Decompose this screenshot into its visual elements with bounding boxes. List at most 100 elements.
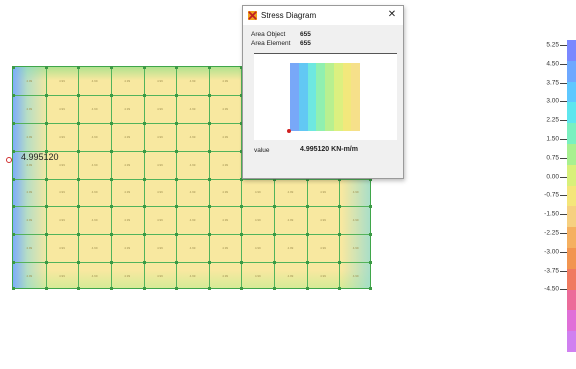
cell-value-label: 4.99 — [124, 162, 131, 167]
legend-value-label: -3.75 — [544, 267, 559, 275]
cell-value-label: 4.99 — [287, 218, 294, 223]
cell-value-label: 4.99 — [156, 134, 163, 139]
cell-value-label: 4.99 — [254, 274, 261, 279]
cell-value-label: 4.99 — [222, 162, 229, 167]
cell-value-label: 4.99 — [91, 162, 98, 167]
dialog-title: Stress Diagram — [261, 11, 317, 20]
legend-color-swatch — [567, 247, 576, 269]
legend-value-label: -4.50 — [544, 285, 559, 293]
mesh-node — [77, 66, 81, 69]
cell-value-label: 4.99 — [156, 190, 163, 195]
mesh-node — [12, 121, 15, 125]
mesh-node — [273, 205, 277, 209]
mesh-node — [109, 66, 113, 69]
mesh-node — [175, 233, 179, 237]
mesh-node — [44, 66, 48, 69]
legend-tick — [560, 139, 567, 140]
mesh-node — [77, 261, 81, 265]
cell-value-label: 4.99 — [59, 246, 65, 251]
mesh-node — [44, 121, 48, 125]
legend-color-swatch — [567, 81, 576, 103]
close-button[interactable]: ✕ — [385, 8, 399, 22]
area-element-label: Area Element — [251, 40, 291, 47]
cell-value-label: 4.99 — [26, 106, 33, 111]
cell-value-label: 4.99 — [156, 246, 163, 251]
cell-value-label: 4.99 — [124, 218, 131, 223]
cell-value-label: 4.99 — [91, 190, 98, 195]
cell-value-label: 4.99 — [26, 246, 33, 251]
mesh-node — [175, 93, 179, 97]
legend-tick — [560, 45, 567, 46]
mesh-node — [77, 233, 81, 237]
cell-value-label: 4.99 — [222, 190, 229, 195]
grid-horizontal-line — [13, 206, 370, 208]
legend-value-label: 5.25 — [546, 41, 559, 49]
cell-value-label: 4.99 — [352, 218, 359, 223]
cell-value-label: 4.99 — [189, 218, 196, 223]
area-element-value: 655 — [300, 40, 311, 47]
legend-color-swatch — [567, 164, 576, 186]
mesh-node — [142, 287, 146, 290]
cell-value-label: 4.99 — [352, 190, 359, 195]
cell-value-label: 4.99 — [91, 106, 98, 111]
cell-value-label: 4.99 — [254, 246, 261, 251]
mesh-node — [273, 233, 277, 237]
mesh-node — [44, 287, 48, 290]
legend-color-swatch — [567, 227, 576, 248]
cell-value-label: 4.99 — [91, 274, 98, 279]
legend-value-label: 4.50 — [546, 60, 559, 68]
legend-value-label: 1.50 — [546, 135, 559, 143]
mesh-node — [240, 205, 244, 209]
cell-value-label: 4.99 — [320, 218, 326, 223]
mesh-node — [77, 93, 81, 97]
value-label: value — [254, 147, 270, 154]
cell-value-label: 4.99 — [59, 134, 65, 139]
cell-value-label: 4.99 — [59, 218, 65, 223]
mesh-node — [109, 149, 113, 153]
legend-value-label: -1.50 — [544, 210, 559, 218]
cell-value-label: 4.99 — [59, 190, 65, 195]
legend-color-swatch — [567, 102, 576, 124]
mesh-node — [109, 233, 113, 237]
mesh-node — [109, 177, 113, 181]
mesh-node — [175, 205, 179, 209]
legend-color-swatch — [567, 206, 576, 228]
legend-color-swatch — [567, 310, 576, 332]
legend-color-bar — [567, 40, 576, 352]
mesh-node — [175, 121, 179, 125]
cell-value-label: 4.99 — [287, 274, 294, 279]
mesh-node — [207, 287, 211, 290]
mesh-node — [273, 261, 277, 265]
mesh-node — [77, 121, 81, 125]
dialog-titlebar[interactable]: Stress Diagram ✕ — [243, 6, 403, 25]
cell-value-label: 4.99 — [222, 78, 229, 83]
mesh-node — [240, 261, 244, 265]
mesh-node — [369, 233, 372, 237]
mesh-node — [305, 261, 309, 265]
cell-value-label: 4.99 — [156, 274, 163, 279]
cell-value-label: 4.99 — [352, 274, 359, 279]
legend-value-label: 0.75 — [546, 154, 559, 162]
mesh-node — [369, 287, 372, 290]
legend-color-swatch — [567, 123, 576, 144]
cell-value-label: 4.99 — [124, 106, 131, 111]
mesh-node — [77, 287, 81, 290]
cell-value-label: 4.99 — [189, 190, 196, 195]
mesh-node — [240, 233, 244, 237]
mesh-node — [77, 177, 81, 181]
mesh-node — [207, 149, 211, 153]
mesh-node — [77, 205, 81, 209]
legend-color-swatch — [567, 40, 576, 61]
mesh-node — [109, 205, 113, 209]
mesh-node — [305, 287, 309, 290]
mesh-node — [207, 233, 211, 237]
mesh-node — [109, 261, 113, 265]
legend-tick — [560, 157, 567, 159]
legend-value-label: -0.75 — [544, 191, 559, 199]
cell-value-label: 4.99 — [222, 134, 229, 139]
legend-color-swatch — [567, 185, 576, 207]
cell-value-label: 4.99 — [26, 162, 33, 167]
cell-value-label: 4.99 — [189, 246, 196, 251]
mesh-node — [142, 205, 146, 209]
cell-value-label: 4.99 — [320, 274, 326, 279]
